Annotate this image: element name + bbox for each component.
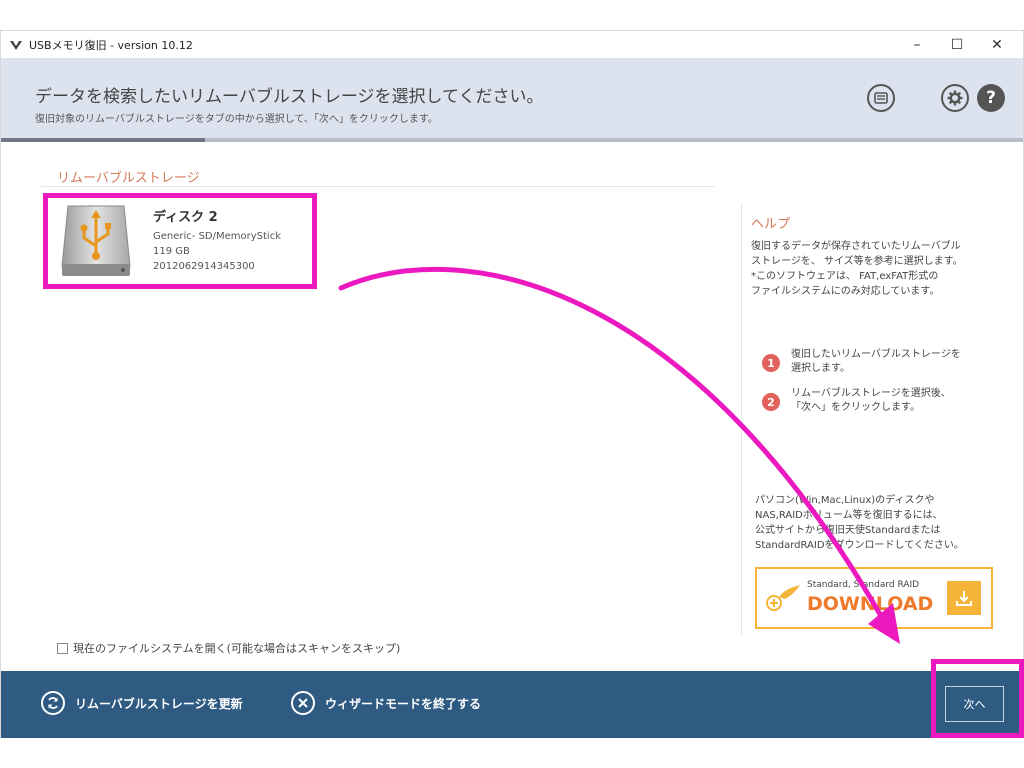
open-filesystem-option[interactable]: 現在のファイルシステムを開く(可能な場合はスキャンをスキップ) <box>57 640 400 656</box>
minimize-button[interactable]: – <box>897 31 937 58</box>
help-line: 復旧するデータが保存されていたリムーバブル <box>751 241 961 252</box>
section-divider <box>41 186 715 187</box>
download-label: DOWNLOAD <box>807 593 934 615</box>
license-card-icon[interactable] <box>867 84 895 112</box>
promo-line: パソコン(Win,Mac,Linux)のディスクや <box>755 495 935 506</box>
window-controls: – ☐ ✕ <box>897 31 1017 58</box>
wizard-progress <box>1 138 1023 142</box>
close-button[interactable]: ✕ <box>977 31 1017 58</box>
step-line: 選択します。 <box>791 363 850 374</box>
section-label: リムーバブルストレージ <box>57 171 200 186</box>
help-title: ヘルプ <box>751 217 791 232</box>
footer-bar: リムーバブルストレージを更新 ウィザードモードを終了する <box>1 671 1023 738</box>
close-circle-icon <box>291 691 315 715</box>
wizard-progress-fill <box>1 138 206 142</box>
exit-wizard-label: ウィザードモードを終了する <box>325 696 482 711</box>
usb-drive-icon <box>61 205 131 276</box>
help-line: *このソフトウェアは、 FAT,exFAT形式の <box>751 271 939 282</box>
window-title: USBメモリ復旧 - version 10.12 <box>29 38 193 52</box>
app-window: USBメモリ復旧 - version 10.12 – ☐ ✕ データを検索したい… <box>0 30 1024 738</box>
promo-line: StandardRAIDをダウンロードしてください。 <box>755 540 964 551</box>
open-filesystem-checkbox[interactable] <box>57 642 68 654</box>
download-banner[interactable]: Standard, Standard RAID DOWNLOAD <box>755 567 993 629</box>
disk-name: ディスク 2 <box>153 210 218 225</box>
refresh-storage-button[interactable]: リムーバブルストレージを更新 <box>41 691 243 715</box>
page-title: データを検索したいリムーバブルストレージを選択してください。 <box>35 87 544 107</box>
disk-model: Generic- SD/MemoryStick <box>153 231 281 242</box>
promo-text: パソコン(Win,Mac,Linux)のディスクや NAS,RAIDボリューム等… <box>755 493 964 553</box>
card-icon <box>874 92 888 104</box>
step-line: 復旧したいリムーバブルストレージを <box>791 349 961 360</box>
app-logo-icon <box>10 40 22 50</box>
help-pane: ヘルプ 復旧するデータが保存されていたリムーバブル ストレージを、 サイズ等を参… <box>741 203 1002 635</box>
step-text-2: リムーバブルストレージを選択後、 「次へ」をクリックします。 <box>791 387 951 415</box>
help-description: 復旧するデータが保存されていたリムーバブル ストレージを、 サイズ等を参考に選択… <box>751 239 991 299</box>
settings-gear-icon[interactable] <box>941 84 969 112</box>
promo-line: NAS,RAIDボリューム等を復旧するには、 <box>755 510 943 521</box>
step-line: 「次へ」をクリックします。 <box>791 402 920 413</box>
download-button[interactable] <box>947 581 981 615</box>
step-number-1: 1 <box>762 354 780 372</box>
angel-wing-icon <box>766 585 800 611</box>
open-filesystem-label: 現在のファイルシステムを開く(可能な場合はスキャンをスキップ) <box>73 642 401 655</box>
next-button[interactable]: 次へ <box>945 686 1004 722</box>
title-bar: USBメモリ復旧 - version 10.12 – ☐ ✕ <box>1 31 1023 58</box>
disk-item[interactable]: ディスク 2 Generic- SD/MemoryStick 119 GB 20… <box>43 193 317 289</box>
download-icon <box>956 591 972 606</box>
promo-line: 公式サイトから復旧天使Standardまたは <box>755 525 941 536</box>
maximize-button[interactable]: ☐ <box>937 31 977 58</box>
exit-wizard-button[interactable]: ウィザードモードを終了する <box>291 691 481 715</box>
refresh-storage-label: リムーバブルストレージを更新 <box>75 696 243 711</box>
step-text-1: 復旧したいリムーバブルストレージを 選択します。 <box>791 348 961 376</box>
help-line: ファイルシステムにのみ対応しています。 <box>751 286 940 297</box>
disk-serial: 2012062914345300 <box>153 261 255 272</box>
page-subtitle: 復旧対象のリムーバブルストレージをタブの中から選択して、「次へ」をクリックします… <box>35 114 438 125</box>
help-icon[interactable]: ? <box>977 84 1005 112</box>
refresh-icon <box>41 691 65 715</box>
wizard-header: データを検索したいリムーバブルストレージを選択してください。 復旧対象のリムーバ… <box>1 58 1023 138</box>
disk-size: 119 GB <box>153 246 190 257</box>
gear-icon <box>947 90 963 106</box>
help-line: ストレージを、 サイズ等を参考に選択します。 <box>751 256 963 267</box>
step-line: リムーバブルストレージを選択後、 <box>791 388 951 399</box>
step-number-2: 2 <box>762 393 780 411</box>
download-products: Standard, Standard RAID <box>807 580 920 590</box>
